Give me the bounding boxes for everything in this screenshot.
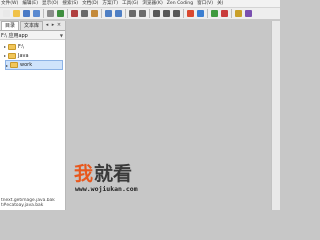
folder-tree: ▸ F:\ ▸ Java ▸ work bbox=[0, 40, 65, 70]
ie-icon-glyph bbox=[197, 10, 204, 17]
bookmark-icon-glyph bbox=[235, 10, 242, 17]
toolbar-separator bbox=[43, 9, 44, 18]
browser-icon[interactable] bbox=[186, 9, 195, 18]
redo-icon[interactable] bbox=[114, 9, 123, 18]
toolbar bbox=[0, 8, 280, 20]
tab-text-library[interactable]: 文本库 bbox=[20, 21, 44, 30]
browser-icon-glyph bbox=[187, 10, 194, 17]
vertical-scrollbar[interactable] bbox=[271, 21, 280, 210]
toolbar-separator bbox=[125, 9, 126, 18]
menu-item[interactable]: 关( bbox=[215, 0, 225, 7]
menu-bar: 文件(W) 编辑(E) 显示(O) 搜索(S) 文档(D) 方案(T) 工具(G) 浏览器(K… bbox=[0, 0, 280, 8]
watermark: 我 就看 www.wojiukan.com bbox=[74, 162, 138, 193]
tab-directory[interactable]: 目录 bbox=[1, 21, 20, 30]
save-icon[interactable] bbox=[22, 9, 31, 18]
tree-item-drive[interactable]: ▸ F:\ bbox=[0, 42, 65, 51]
file-tree-panel: 目录 文本库 ◂ ▸ × F:\ 应用app ▼ ▸ F:\ ▸ Java ▸ … bbox=[0, 21, 66, 210]
menu-item[interactable]: 浏览器(K) bbox=[140, 0, 164, 7]
watermark-logo: 我 就看 bbox=[74, 162, 132, 185]
tree-item-work[interactable]: ▸ work bbox=[5, 60, 63, 70]
panel-close-button[interactable]: × bbox=[56, 21, 62, 30]
indent-icon-glyph bbox=[153, 10, 160, 17]
save-all-icon[interactable] bbox=[32, 9, 41, 18]
file-list-item[interactable]: t#ecatoay.java.bak bbox=[1, 203, 66, 208]
menu-item[interactable]: 窗口(V) bbox=[195, 0, 215, 7]
preview-icon[interactable] bbox=[56, 9, 65, 18]
cut-icon-glyph bbox=[71, 10, 78, 17]
open-folder-icon[interactable] bbox=[12, 9, 21, 18]
find-icon-glyph bbox=[129, 10, 136, 17]
menu-item[interactable]: 编辑(E) bbox=[20, 0, 40, 7]
menu-item[interactable]: 搜索(S) bbox=[60, 0, 80, 7]
run-icon-glyph bbox=[211, 10, 218, 17]
preview-icon-glyph bbox=[57, 10, 64, 17]
wrap-icon-glyph bbox=[173, 10, 180, 17]
copy-icon[interactable] bbox=[80, 9, 89, 18]
paste-icon[interactable] bbox=[90, 9, 99, 18]
undo-icon[interactable] bbox=[104, 9, 113, 18]
stop-icon[interactable] bbox=[220, 9, 229, 18]
stop-icon-glyph bbox=[221, 10, 228, 17]
toolbar-separator bbox=[149, 9, 150, 18]
bookmark-icon[interactable] bbox=[234, 9, 243, 18]
copy-icon-glyph bbox=[81, 10, 88, 17]
toolbar-separator bbox=[183, 9, 184, 18]
menu-item[interactable]: 文件(W) bbox=[0, 0, 20, 7]
chevron-down-icon[interactable]: ▼ bbox=[60, 33, 63, 38]
menu-item[interactable]: 显示(O) bbox=[40, 0, 60, 7]
save-all-icon-glyph bbox=[33, 10, 40, 17]
file-list: tnext.getimage.java.bak t#ecatoay.java.b… bbox=[0, 198, 66, 208]
print-icon-glyph bbox=[47, 10, 54, 17]
folder-icon bbox=[8, 52, 16, 59]
replace-icon-glyph bbox=[139, 10, 146, 17]
print-icon[interactable] bbox=[46, 9, 55, 18]
watermark-brand-char1: 我 bbox=[74, 163, 93, 185]
folder-icon bbox=[8, 43, 16, 50]
tree-item-label: F:\ bbox=[18, 43, 24, 50]
redo-icon-glyph bbox=[115, 10, 122, 17]
find-icon[interactable] bbox=[128, 9, 137, 18]
menu-item[interactable]: 文档(D) bbox=[80, 0, 100, 7]
ie-icon[interactable] bbox=[196, 9, 205, 18]
menu-item[interactable]: 工具(G) bbox=[120, 0, 140, 7]
toolbar-separator bbox=[231, 9, 232, 18]
tree-item-label: Java bbox=[18, 52, 29, 59]
replace-icon[interactable] bbox=[138, 9, 147, 18]
panel-tabs: 目录 文本库 ◂ ▸ × bbox=[0, 21, 65, 31]
new-file-icon-glyph bbox=[3, 10, 10, 17]
folder-selector[interactable]: F:\ 应用app ▼ bbox=[0, 31, 65, 40]
menu-item[interactable]: 方案(T) bbox=[100, 0, 120, 7]
undo-icon-glyph bbox=[105, 10, 112, 17]
wrap-icon[interactable] bbox=[172, 9, 181, 18]
tree-item-java[interactable]: ▸ Java bbox=[0, 51, 65, 60]
tree-item-label: work bbox=[20, 62, 33, 68]
menu-item[interactable]: Zen Coding bbox=[165, 0, 195, 7]
folder-icon bbox=[10, 62, 18, 68]
macro-icon[interactable] bbox=[244, 9, 253, 18]
open-folder-icon-glyph bbox=[13, 10, 20, 17]
run-icon[interactable] bbox=[210, 9, 219, 18]
paste-icon-glyph bbox=[91, 10, 98, 17]
new-file-icon[interactable] bbox=[2, 9, 11, 18]
macro-icon-glyph bbox=[245, 10, 252, 17]
outdent-icon-glyph bbox=[163, 10, 170, 17]
save-icon-glyph bbox=[23, 10, 30, 17]
toolbar-separator bbox=[101, 9, 102, 18]
watermark-brand-char2: 就看 bbox=[94, 162, 132, 185]
toolbar-separator bbox=[207, 9, 208, 18]
indent-icon[interactable] bbox=[152, 9, 161, 18]
outdent-icon[interactable] bbox=[162, 9, 171, 18]
watermark-url: www.wojiukan.com bbox=[75, 185, 138, 193]
cut-icon[interactable] bbox=[70, 9, 79, 18]
folder-selector-value: F:\ 应用app bbox=[1, 32, 28, 39]
toolbar-separator bbox=[67, 9, 68, 18]
